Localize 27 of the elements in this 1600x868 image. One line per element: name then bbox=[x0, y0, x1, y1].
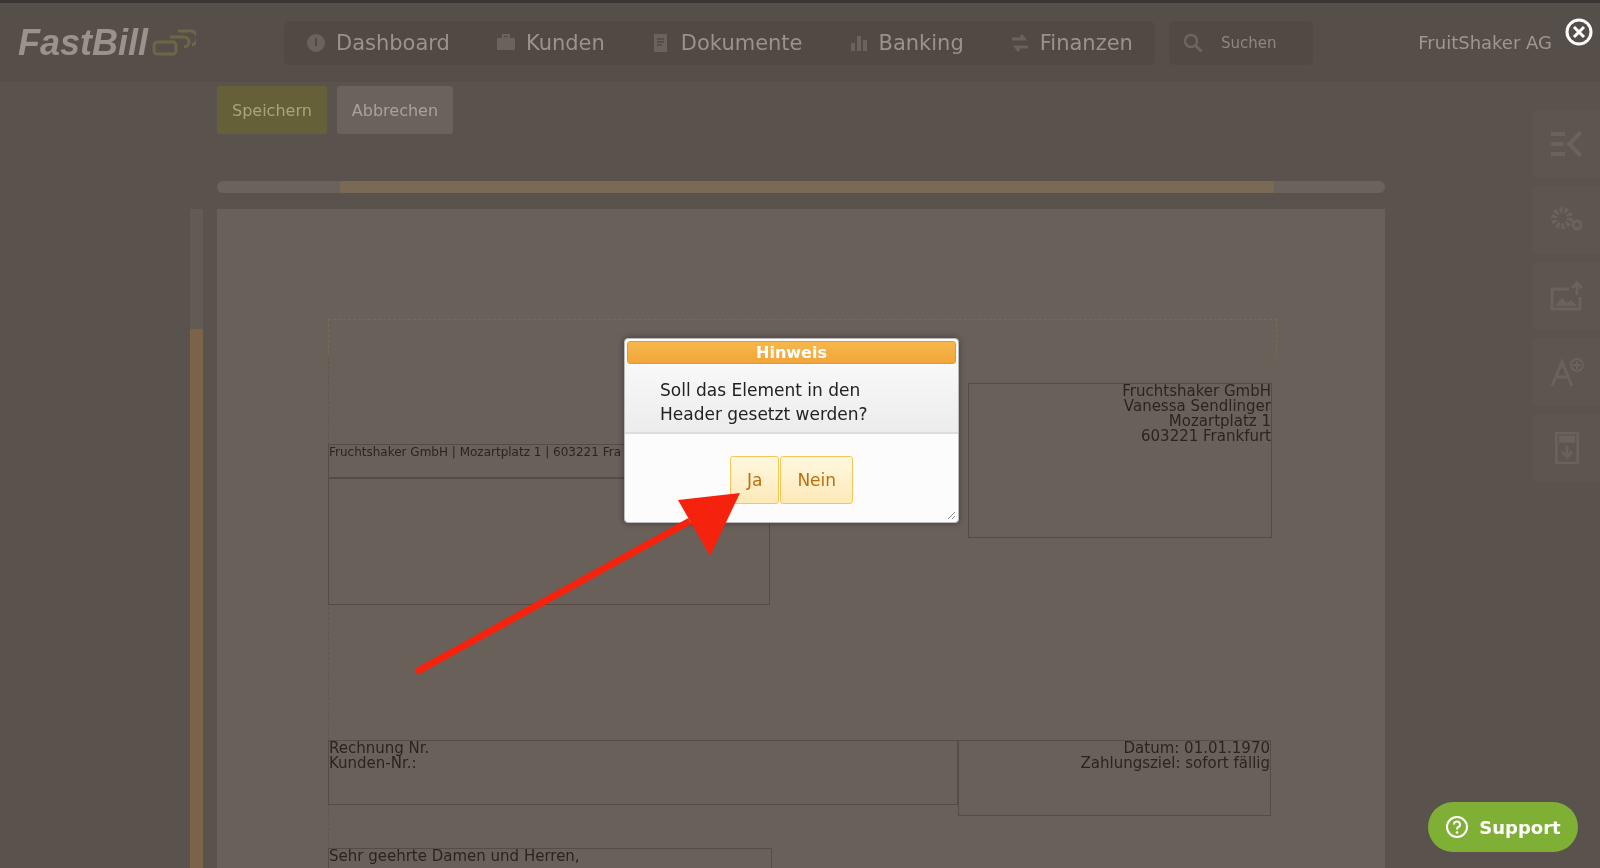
help-icon bbox=[1445, 815, 1470, 839]
recipient-address: Fruchtshaker GmbH Vanessa Sendlinger Mozartplatz 1 603221 Frankfurt bbox=[968, 383, 1272, 538]
action-button[interactable]: Speichern bbox=[217, 86, 327, 134]
briefcase-icon bbox=[495, 32, 516, 53]
action-button[interactable]: Abbrechen bbox=[336, 86, 454, 134]
dialog-title: Hinweis bbox=[627, 341, 956, 364]
transfer-icon bbox=[1009, 32, 1030, 53]
account-name[interactable]: FruitShaker AG bbox=[1418, 32, 1552, 53]
scrollbar[interactable] bbox=[190, 209, 203, 868]
nav-item[interactable]: Dashboard bbox=[306, 30, 450, 55]
nav-item[interactable]: Dokumente bbox=[650, 30, 803, 55]
logo: FastBill bbox=[18, 21, 284, 64]
date-info: Datum: 01.01.1970 Zahlungsziel: sofort fällig bbox=[958, 740, 1271, 816]
nav-item[interactable]: Banking bbox=[848, 30, 964, 55]
nav-item[interactable]: Kunden bbox=[495, 30, 605, 55]
dialog-message: Soll das Element in den Header gesetzt werden? bbox=[625, 366, 958, 434]
invoice-info: Rechnung Nr. Kunden-Nr.: bbox=[328, 740, 958, 805]
horizontal-scrollbar[interactable] bbox=[217, 181, 1385, 193]
nav-item[interactable]: Finanzen bbox=[1009, 30, 1133, 55]
resize-grip-icon[interactable] bbox=[947, 511, 956, 520]
close-icon[interactable] bbox=[1564, 17, 1594, 47]
dialog-button[interactable]: Nein bbox=[780, 456, 854, 504]
gauge-icon bbox=[306, 32, 326, 53]
salutation: Sehr geehrte Damen und Herren, bbox=[328, 848, 772, 868]
search-field[interactable]: Suchen bbox=[1168, 20, 1313, 65]
support-button[interactable]: Support bbox=[1428, 802, 1578, 852]
dialog-button[interactable]: Ja bbox=[729, 456, 780, 504]
